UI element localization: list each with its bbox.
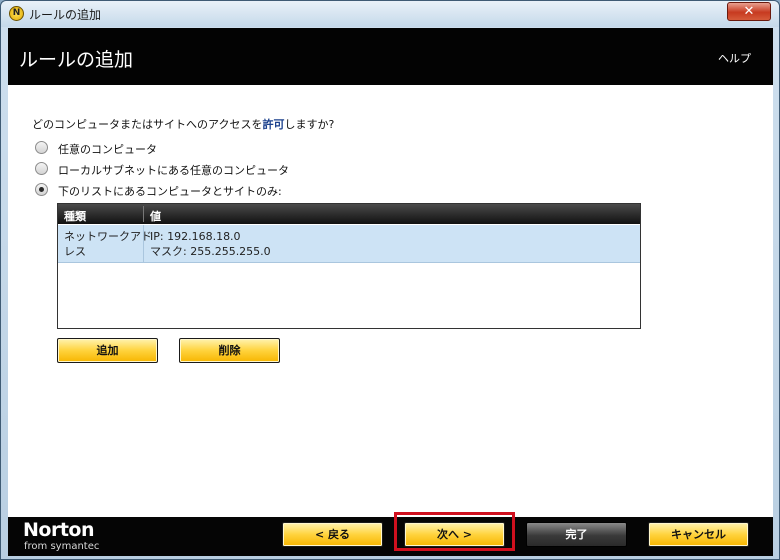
question-suffix: しますか?: [284, 118, 335, 131]
title-bar[interactable]: N ルールの追加 ✕: [1, 1, 779, 27]
column-divider: [143, 206, 144, 222]
dialog-client-area: ルールの追加 ヘルプ どのコンピュータまたはサイトへのアクセスを許可しますか? …: [8, 28, 773, 556]
radio-button[interactable]: [35, 141, 48, 154]
back-button[interactable]: < 戻る: [282, 522, 383, 547]
option-listed-only[interactable]: 下のリストにあるコンピュータとサイトのみ:: [35, 182, 295, 198]
symantec-tagline: from symantec: [24, 541, 100, 552]
cancel-button[interactable]: キャンセル: [648, 522, 749, 547]
column-header-type[interactable]: 種類: [64, 208, 86, 224]
dialog-header: ルールの追加 ヘルプ: [8, 28, 773, 85]
window-title: ルールの追加: [29, 8, 102, 22]
question-prefix: どのコンピュータまたはサイトへのアクセスを: [32, 118, 263, 131]
radio-button-selected[interactable]: [35, 183, 48, 196]
question-emphasis: 許可: [262, 118, 285, 131]
dialog-footer: Norton from symantec < 戻る 次へ > 完了 キャンセル: [8, 512, 773, 556]
table-header: 種類 値: [58, 204, 640, 224]
cell-value-ip: IP: 192.168.18.0: [150, 230, 241, 243]
help-link[interactable]: ヘルプ: [718, 50, 751, 66]
access-question: どのコンピュータまたはサイトへのアクセスを許可しますか?: [32, 116, 334, 132]
next-button[interactable]: 次へ >: [404, 522, 505, 547]
option-any-computer[interactable]: 任意のコンピュータ: [35, 140, 235, 156]
cell-type-line2: レス: [64, 245, 86, 258]
norton-wordmark: Norton: [23, 519, 95, 541]
radio-label: ローカルサブネットにある任意のコンピュータ: [58, 164, 289, 177]
finish-button[interactable]: 完了: [526, 522, 627, 547]
radio-label: 下のリストにあるコンピュータとサイトのみ:: [58, 185, 282, 198]
dialog-window: N ルールの追加 ✕ ルールの追加 ヘルプ どのコンピュータまたはサイトへのアク…: [0, 0, 780, 560]
cell-value-mask: マスク: 255.255.255.0: [150, 245, 271, 258]
norton-logo: Norton from symantec: [23, 519, 99, 552]
cell-divider: [143, 225, 144, 263]
option-local-subnet[interactable]: ローカルサブネットにある任意のコンピュータ: [35, 161, 295, 177]
radio-label: 任意のコンピュータ: [58, 143, 157, 156]
norton-app-icon: N: [9, 6, 24, 21]
close-button[interactable]: ✕: [727, 2, 771, 21]
table-row[interactable]: ネットワークアド レス IP: 192.168.18.0 マスク: 255.25…: [58, 225, 640, 263]
radio-button[interactable]: [35, 162, 48, 175]
delete-button[interactable]: 削除: [179, 338, 280, 363]
add-button[interactable]: 追加: [57, 338, 158, 363]
page-title: ルールの追加: [19, 49, 134, 71]
address-list-table[interactable]: 種類 値 ネットワークアド レス IP: 192.168.18.0 マスク: 2…: [57, 203, 641, 329]
column-header-value[interactable]: 値: [150, 208, 161, 224]
cell-type-line1: ネットワークアド: [64, 230, 152, 243]
